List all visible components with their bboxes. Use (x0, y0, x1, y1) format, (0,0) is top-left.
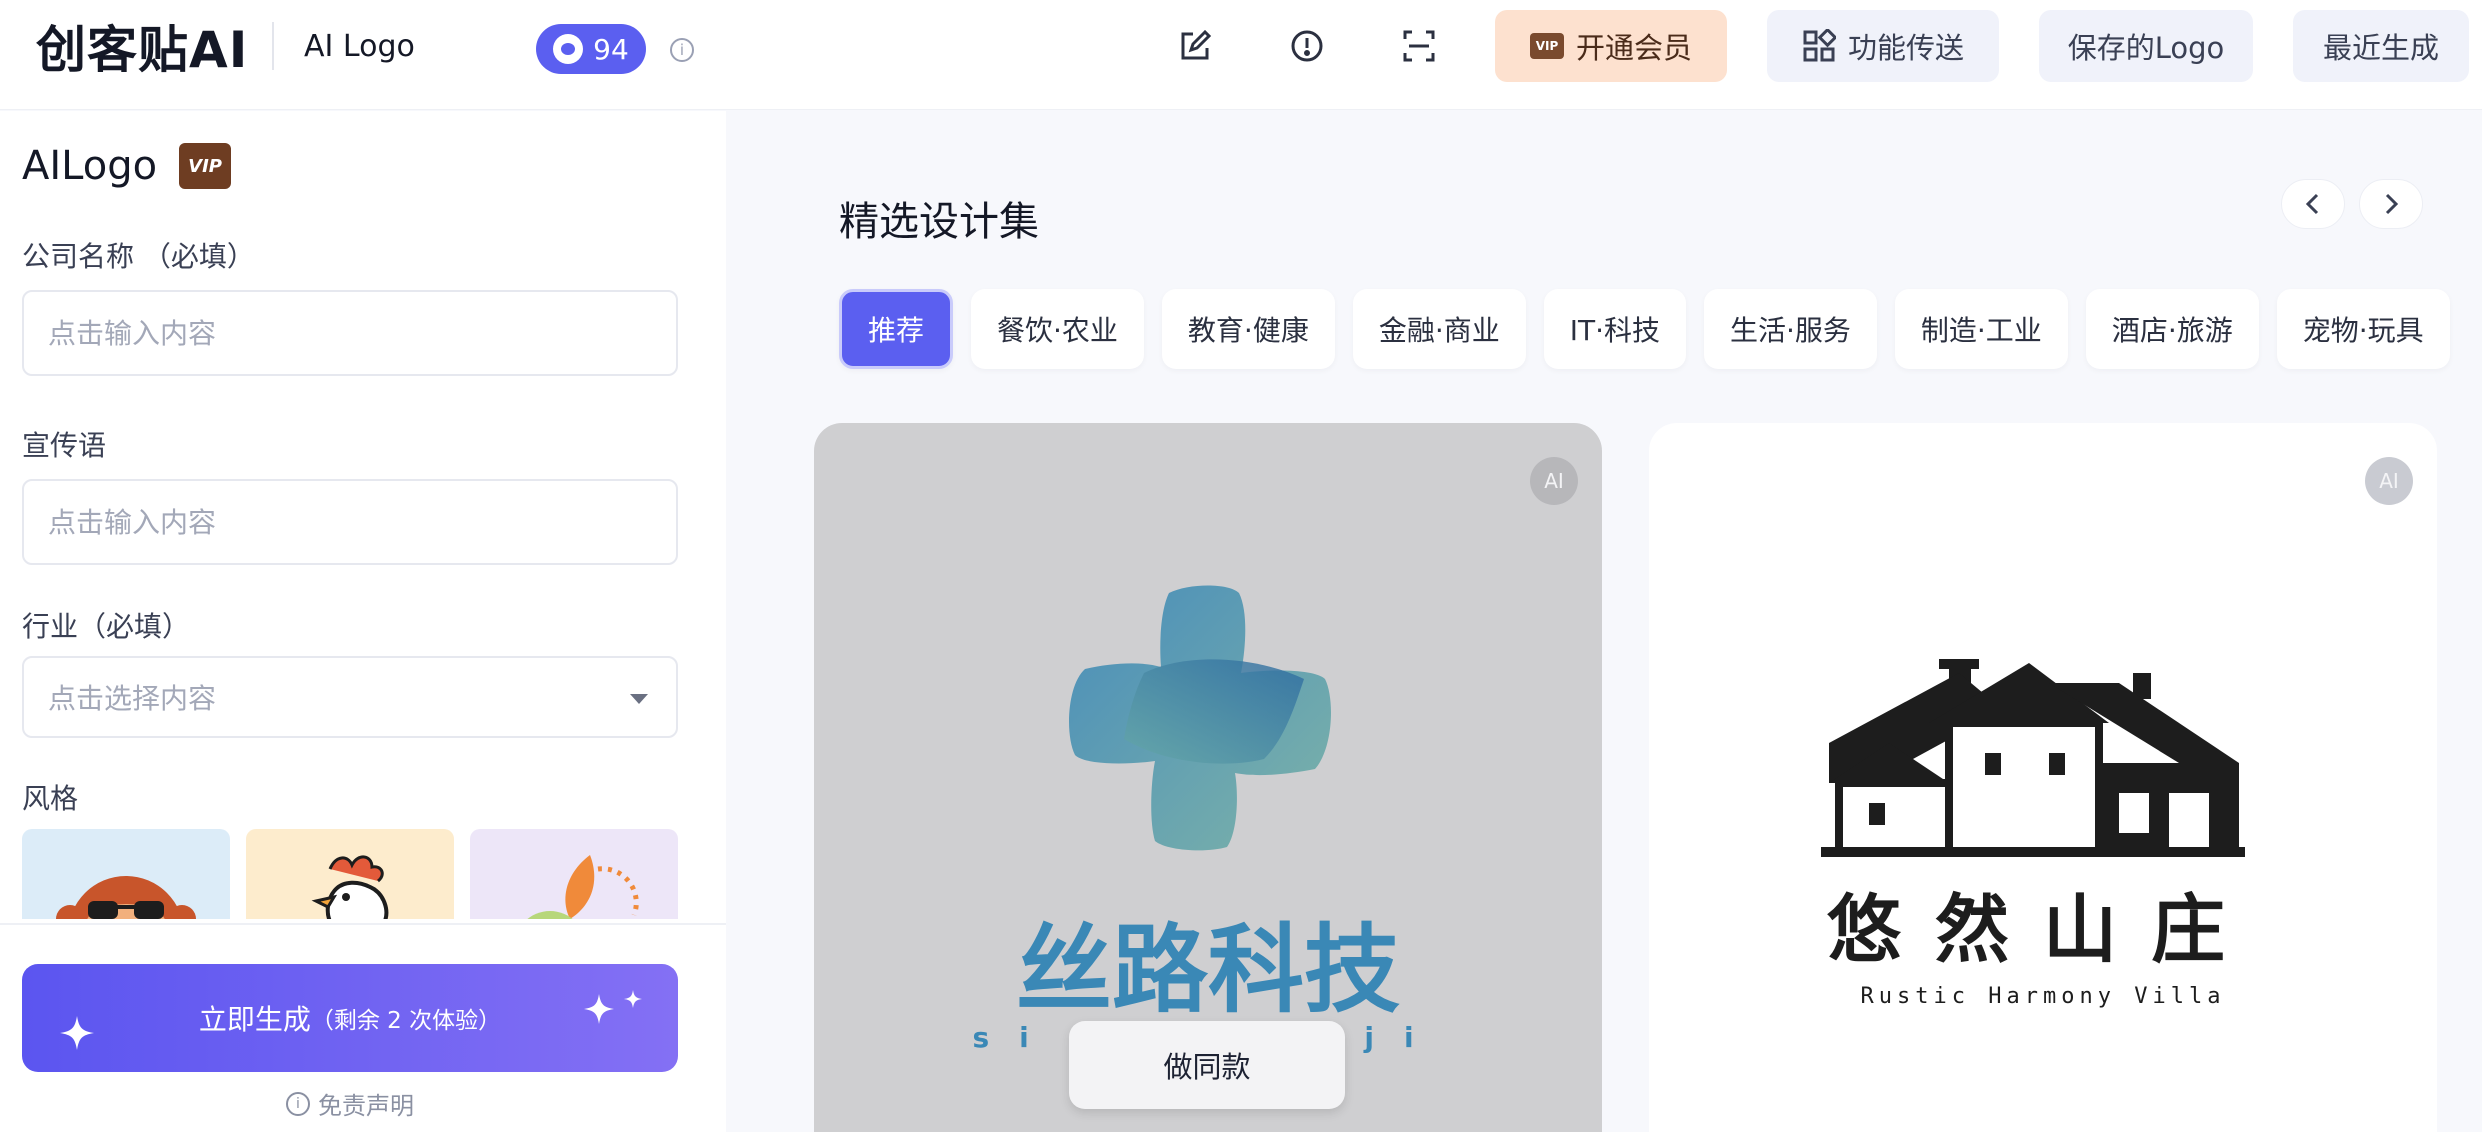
tab-recommended[interactable]: 推荐 (839, 289, 954, 369)
slogan-input[interactable] (48, 505, 652, 539)
brand-logo[interactable]: 创客贴AI (36, 16, 248, 79)
next-arrow-button[interactable] (2359, 179, 2423, 229)
villa-logo: 悠然山庄 Rustic Harmony Villa (1821, 659, 2259, 1009)
credits-badge[interactable]: 94 (536, 24, 646, 74)
info-icon: i (286, 1091, 310, 1116)
tab-life-service[interactable]: 生活·服务 (1704, 289, 1877, 369)
logo-cn-text: 悠然山庄 (1827, 887, 2259, 973)
tab-edu-health[interactable]: 教育·健康 (1161, 289, 1335, 369)
monkey-icon (56, 876, 196, 919)
sidebar-divider (0, 923, 726, 925)
tab-pet-toy[interactable]: 宠物·玩具 (2276, 289, 2450, 369)
recent-button[interactable]: 最近生成 (2293, 10, 2469, 82)
disclaimer-link[interactable]: i 免责声明 (286, 1086, 414, 1121)
dropdown-caret-icon (630, 694, 648, 704)
style-card-leaf[interactable] (470, 829, 678, 919)
feature-transfer-button[interactable]: 功能传送 (1767, 10, 1999, 82)
main-content: 精选设计集 推荐 餐饮·农业 教育·健康 金融·商业 IT·科技 生活·服务 制… (727, 111, 2482, 1132)
saved-logo-button[interactable]: 保存的Logo (2039, 10, 2253, 82)
slogan-field[interactable] (22, 479, 678, 565)
credits-count: 94 (593, 32, 629, 66)
logo-en-text: Rustic Harmony Villa (1861, 984, 2226, 1009)
page-title: 精选设计集 (839, 199, 1039, 245)
tab-manufacturing[interactable]: 制造·工业 (1894, 289, 2068, 369)
chevron-right-icon (2385, 193, 2399, 215)
grid-icon (1803, 29, 1836, 62)
industry-select[interactable]: 点击选择内容 (22, 656, 678, 738)
generate-button[interactable]: 立即生成 （剩余 2 次体验） (22, 964, 678, 1072)
feature-transfer-label: 功能传送 (1847, 31, 1964, 65)
credit-coin-icon (553, 34, 584, 64)
credits-info-icon[interactable]: i (670, 38, 694, 62)
prev-arrow-button[interactable] (2281, 179, 2345, 229)
slogan-label: 宣传语 (22, 429, 107, 462)
category-tabs: 推荐 餐饮·农业 教育·健康 金融·商业 IT·科技 生活·服务 制造·工业 酒… (839, 289, 2450, 369)
app-name: AI Logo (304, 28, 415, 64)
company-input[interactable] (48, 316, 652, 350)
industry-placeholder: 点击选择内容 (48, 682, 217, 715)
sparkle-icon (624, 990, 642, 1008)
style-options (22, 829, 678, 919)
vip-badge-icon: VIP (1529, 33, 1564, 59)
company-field[interactable] (22, 290, 678, 376)
header-divider (272, 22, 274, 70)
tab-finance-business[interactable]: 金融·商业 (1352, 289, 1526, 369)
design-card[interactable]: AI 丝路科技 si lu ke ji 做同款 (814, 423, 1602, 1132)
sidebar-title-text: AILogo (22, 143, 158, 189)
rooster-icon (311, 855, 389, 919)
generate-remaining: （剩余 2 次体验） (310, 1008, 502, 1034)
scan-icon[interactable] (1399, 26, 1439, 66)
company-label: 公司名称 （必填） (22, 240, 255, 273)
tab-food-agri[interactable]: 餐饮·农业 (971, 289, 1144, 369)
edit-icon[interactable] (1175, 26, 1215, 66)
tab-it-tech[interactable]: IT·科技 (1543, 289, 1686, 369)
vip-button-label: 开通会员 (1575, 31, 1692, 65)
generate-label: 立即生成 (198, 1003, 311, 1036)
style-card-rooster[interactable] (246, 829, 454, 919)
industry-label: 行业（必填） (22, 610, 191, 643)
sparkle-icon (584, 994, 614, 1024)
logo-cn-text: 丝路科技 (1016, 914, 1400, 1026)
top-header: 创客贴AI AI Logo 94 i VIP 开通会员 功能传送 保存的Logo… (0, 0, 2482, 110)
sidebar-title: AILogo VIP (22, 143, 232, 189)
design-card[interactable]: AI 悠然山庄 Rustic Harmony Villa (1649, 423, 2437, 1132)
leaf-icon (527, 855, 639, 919)
vip-crown-icon: VIP (179, 143, 232, 189)
style-label: 风格 (22, 782, 79, 815)
alert-icon[interactable] (1287, 26, 1327, 66)
tab-hotel-travel[interactable]: 酒店·旅游 (2085, 289, 2259, 369)
disclaimer-label: 免责声明 (318, 1092, 414, 1120)
chevron-left-icon (2305, 193, 2319, 215)
make-same-button[interactable]: 做同款 (1069, 1021, 1345, 1109)
vip-button[interactable]: VIP 开通会员 (1495, 10, 1727, 82)
left-sidebar: AILogo VIP 公司名称 （必填） 宣传语 行业（必填） 点击选择内容 风… (0, 111, 726, 1132)
style-card-monkey[interactable] (22, 829, 230, 919)
sparkle-icon (60, 1016, 94, 1050)
